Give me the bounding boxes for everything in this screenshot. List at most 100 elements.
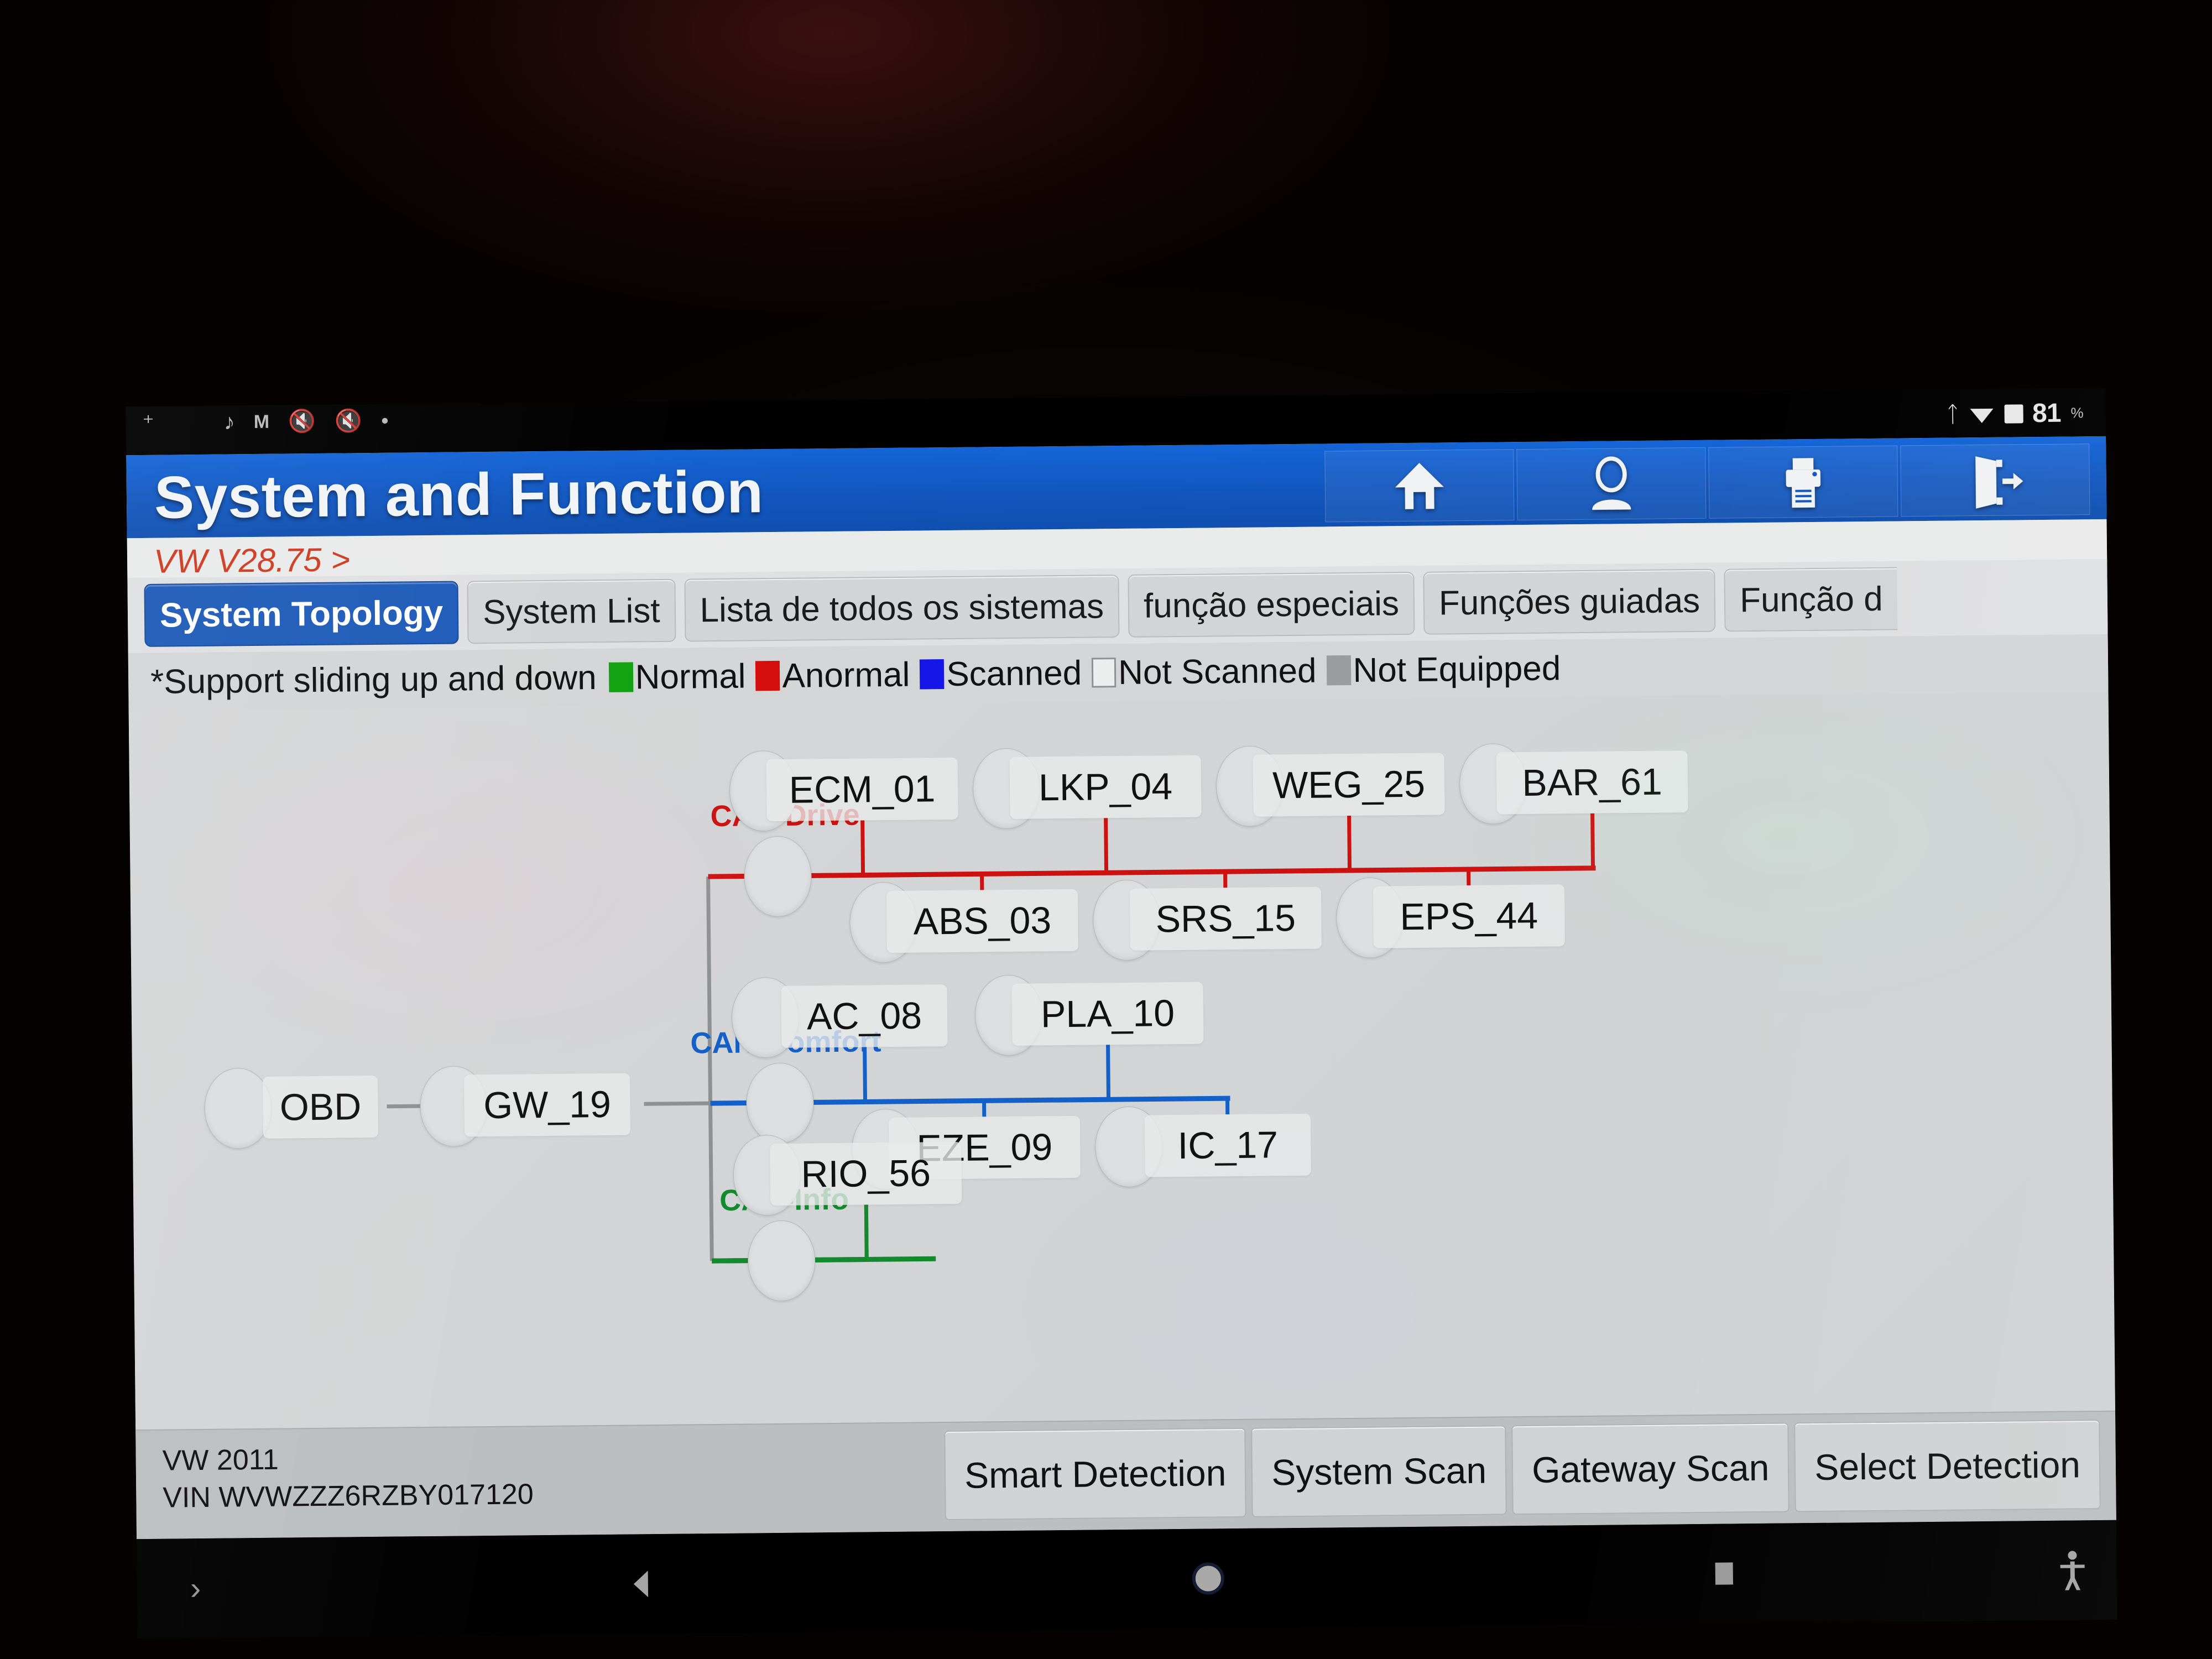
recents-square-icon[interactable] [1707, 1557, 1741, 1590]
node-label: EPS_44 [1400, 894, 1538, 938]
home-circle-icon[interactable] [1187, 1558, 1229, 1599]
vin-label: VIN [163, 1481, 211, 1514]
node-label: IC_17 [1177, 1124, 1279, 1167]
smart-detection-button[interactable]: Smart Detection [944, 1427, 1247, 1521]
node-label: PLA_10 [1040, 992, 1175, 1036]
node-srs-15[interactable]: SRS_15 [1129, 886, 1322, 951]
action-button-label: System Scan [1271, 1449, 1487, 1493]
user-icon [1592, 456, 1631, 510]
legend-swatch [1326, 655, 1351, 686]
topology-link [1104, 818, 1109, 873]
exit-button[interactable] [1900, 444, 2090, 517]
node-bar-61[interactable]: BAR_61 [1496, 750, 1688, 815]
legend-swatch [608, 662, 633, 692]
back-icon[interactable] [624, 1566, 660, 1602]
node-lkp-04[interactable]: LKP_04 [1009, 755, 1202, 819]
breadcrumb[interactable]: VW V28.75 > [154, 540, 351, 580]
node-obd[interactable]: OBD [263, 1075, 379, 1139]
node-label: ECM_01 [789, 768, 936, 811]
vehicle-info: VW 2011 VIN WVWZZZ6RZBY017120 [162, 1439, 534, 1516]
tab-label: Função d [1739, 580, 1883, 619]
node-gw-19[interactable]: GW_19 [464, 1073, 631, 1137]
tab-label: System List [482, 591, 660, 632]
legend-label: Scanned [946, 654, 1082, 693]
action-button-label: Select Detection [1814, 1444, 2081, 1488]
action-button-group: Smart Detection System Scan Gateway Scan Se… [944, 1420, 2101, 1521]
home-icon [1395, 462, 1444, 509]
tab-system-list[interactable]: System List [467, 578, 676, 644]
battery-unit: % [2070, 404, 2084, 421]
tab-label: System Topology [159, 593, 444, 635]
tab-fun-o-especiais[interactable]: função especiais [1128, 571, 1415, 638]
home-button[interactable] [1324, 449, 1515, 523]
legend-note: *Support sliding up and down [150, 658, 597, 701]
vin-value: WVWZZZ6RZBY017120 [218, 1478, 534, 1514]
tab-label: Funções guiadas [1438, 581, 1700, 622]
vehicle-make-year: VW 2011 [162, 1443, 279, 1477]
bottom-bar: VW 2011 VIN WVWZZZ6RZBY017120 Smart Dete… [135, 1410, 2116, 1540]
status-dot-can-drive[interactable] [743, 836, 812, 917]
legend-label: Anormal [782, 655, 910, 695]
node-label: ABS_03 [913, 899, 1052, 943]
tab-label: função especiais [1143, 584, 1400, 625]
mute-icon: 🔇 [288, 409, 316, 434]
node-abs-03[interactable]: ABS_03 [886, 889, 1078, 953]
tab-label: Lista de todos os sistemas [700, 587, 1104, 629]
legend-item-not-scanned: Not Scanned [1091, 651, 1317, 692]
gmail-icon: M [253, 411, 270, 433]
node-pla-10[interactable]: PLA_10 [1011, 982, 1204, 1046]
notification-caret-icon: ⁺ [142, 410, 155, 435]
node-label: SRS_15 [1155, 896, 1296, 941]
music-note-icon: ♪ [223, 410, 236, 435]
topology-link [706, 877, 714, 1261]
print-button[interactable] [1708, 445, 1898, 519]
legend-item-scanned: Scanned [920, 653, 1082, 694]
gateway-scan-button[interactable]: Gateway Scan [1511, 1422, 1790, 1515]
legend-item-anormal: Anormal [755, 655, 910, 696]
topology-link [1106, 1045, 1110, 1100]
vehicle-vin-line: VIN WVWZZZ6RZBY017120 [163, 1476, 534, 1516]
tablet-screen: ⁺ ♪ M 🔇 🔇 ● ᛏ 81 % System and Function V… [126, 387, 2117, 1639]
node-label: LKP_04 [1038, 765, 1173, 809]
bluetooth-icon: ᛏ [1945, 401, 1960, 427]
node-label: RIO_56 [801, 1152, 931, 1196]
node-ic-17[interactable]: IC_17 [1144, 1113, 1311, 1177]
status-dot-can-info[interactable] [747, 1220, 816, 1302]
exit-icon [1975, 456, 2023, 509]
tab-system-topology[interactable]: System Topology [144, 581, 459, 647]
legend-label: Not Scanned [1118, 651, 1317, 692]
tab-fun-o-d[interactable]: Função d [1724, 567, 1898, 632]
node-label: WEG_25 [1272, 763, 1426, 807]
node-weg-25[interactable]: WEG_25 [1253, 753, 1445, 817]
tab-fun-es-guiadas[interactable]: Funções guiadas [1423, 568, 1716, 635]
header-toolbar [1324, 444, 2090, 523]
topology-link [644, 1101, 711, 1106]
android-nav-bar: › [137, 1520, 2117, 1639]
expand-chevron-icon[interactable]: › [190, 1570, 201, 1607]
diagnostic-app-window: System and Function VW V28.75 > System T… [126, 436, 2116, 1540]
user-button[interactable] [1516, 447, 1707, 521]
node-ac-08[interactable]: AC_08 [781, 984, 948, 1048]
topology-link [864, 1204, 869, 1260]
topology-link [708, 865, 1596, 879]
battery-level: 81 [2032, 398, 2061, 429]
action-button-label: Smart Detection [964, 1452, 1227, 1496]
select-detection-button[interactable]: Select Detection [1794, 1420, 2101, 1512]
status-dot-can-comfort[interactable] [745, 1062, 815, 1144]
battery-icon [2004, 404, 2024, 424]
node-ecm-01[interactable]: ECM_01 [766, 757, 958, 822]
legend-label: Normal [635, 656, 746, 696]
node-rio-56[interactable]: RIO_56 [770, 1141, 962, 1206]
node-eps-44[interactable]: EPS_44 [1373, 884, 1565, 948]
status-dot-obd[interactable] [204, 1067, 273, 1149]
dnd-icon: 🔇 [334, 409, 362, 434]
legend-label: Not Equipped [1353, 649, 1561, 690]
topology-canvas[interactable]: OBDGW_19CAN-DriveECM_01LKP_04WEG_25BAR_6… [128, 691, 2115, 1430]
topology-diagram: OBDGW_19CAN-DriveECM_01LKP_04WEG_25BAR_6… [129, 692, 2115, 1430]
accessibility-icon[interactable] [2056, 1549, 2089, 1592]
legend-swatch [920, 659, 945, 690]
tab-lista-de-todos-os-sistemas[interactable]: Lista de todos os sistemas [684, 575, 1120, 642]
legend-swatch [755, 660, 780, 691]
status-bar-right-icons: ᛏ 81 % [1946, 398, 2084, 429]
system-scan-button[interactable]: System Scan [1251, 1425, 1507, 1517]
